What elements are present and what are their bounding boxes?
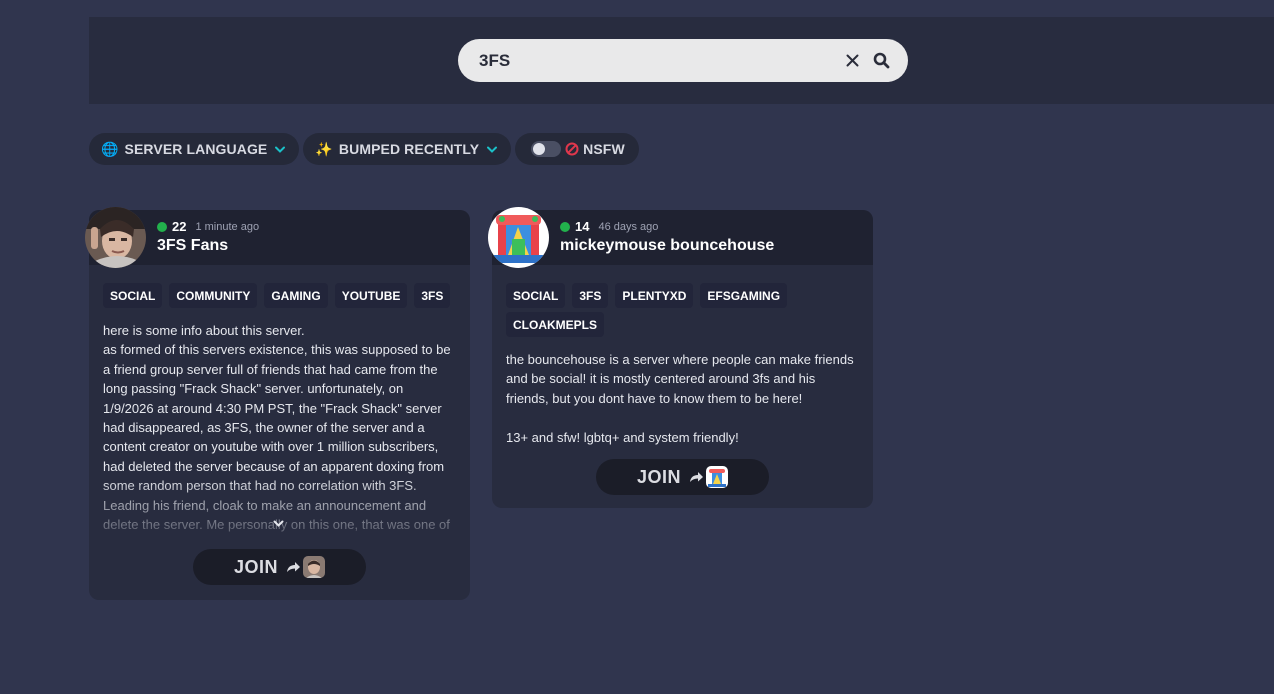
chevron-down-icon [275,146,286,153]
nsfw-toggle[interactable]: NSFW [515,133,639,165]
expand-description-icon[interactable] [273,520,284,528]
tag[interactable]: SOCIAL [103,283,163,308]
server-avatar-small [706,466,728,488]
tag[interactable]: PLENTYXD [615,283,694,308]
search-header [89,17,1274,104]
server-avatar[interactable] [488,207,549,268]
search-button[interactable] [870,50,892,72]
sparkles-icon: ✨ [315,140,333,157]
globe-icon: 🌐 [101,140,119,157]
join-button[interactable]: JOIN [596,459,769,495]
server-description: the bouncehouse is a server where people… [506,352,854,445]
online-count: 14 [575,219,590,234]
share-arrow-icon [286,561,301,573]
filter-label: BUMPED RECENTLY [338,141,480,157]
tag-list: SOCIAL COMMUNITY GAMING YOUTUBE 3FS [89,265,470,308]
tag[interactable]: SOCIAL [506,283,566,308]
chevron-down-icon [487,146,498,153]
join-button[interactable]: JOIN [193,549,366,585]
card-header: 14 46 days ago mickeymouse bouncehouse [488,207,873,268]
online-dot-icon [157,221,167,232]
search-icon [873,52,889,69]
server-name[interactable]: mickeymouse bouncehouse [560,237,774,255]
filter-label: NSFW [583,141,625,157]
share-arrow-icon [689,471,704,483]
server-name[interactable]: 3FS Fans [157,237,228,255]
prohibited-icon [565,142,579,156]
online-status: 22 1 minute ago [157,219,259,234]
server-language-filter[interactable]: 🌐 SERVER LANGUAGE [89,133,300,165]
join-label: JOIN [233,556,278,577]
tag[interactable]: COMMUNITY [169,283,258,308]
tag[interactable]: CLOAKMEPLS [506,312,604,337]
tag[interactable]: YOUTUBE [334,283,408,308]
sort-filter[interactable]: ✨ BUMPED RECENTLY [303,133,512,165]
tag[interactable]: 3FS [572,283,609,308]
tag-list: SOCIAL 3FS PLENTYXD EFSGAMING CLOAKMEPLS [492,265,873,337]
search-input[interactable] [479,50,841,71]
search-box [458,39,908,82]
tag[interactable]: 3FS [414,283,451,308]
card-header: 22 1 minute ago 3FS Fans [85,207,470,268]
filter-bar: 🌐 SERVER LANGUAGE ✨ BUMPED RECENTLY NSFW [89,133,639,165]
toggle-switch[interactable] [531,141,562,157]
bump-time: 1 minute ago [195,220,260,233]
tag[interactable]: GAMING [264,283,328,308]
server-avatar[interactable] [85,207,146,268]
server-description: here is some info about this server. as … [103,323,451,533]
online-count: 22 [172,219,187,234]
tag[interactable]: EFSGAMING [700,283,788,308]
online-status: 14 46 days ago [560,219,658,234]
close-icon [846,54,858,67]
server-card: 22 1 minute ago 3FS Fans SOCIAL COMMUNIT… [85,207,470,600]
server-avatar-small [303,556,325,578]
online-dot-icon [560,221,570,232]
server-card: 14 46 days ago mickeymouse bouncehouse S… [488,207,873,508]
bump-time: 46 days ago [598,220,659,233]
clear-search-button[interactable] [841,50,863,72]
join-label: JOIN [636,466,681,487]
filter-label: SERVER LANGUAGE [124,141,268,157]
